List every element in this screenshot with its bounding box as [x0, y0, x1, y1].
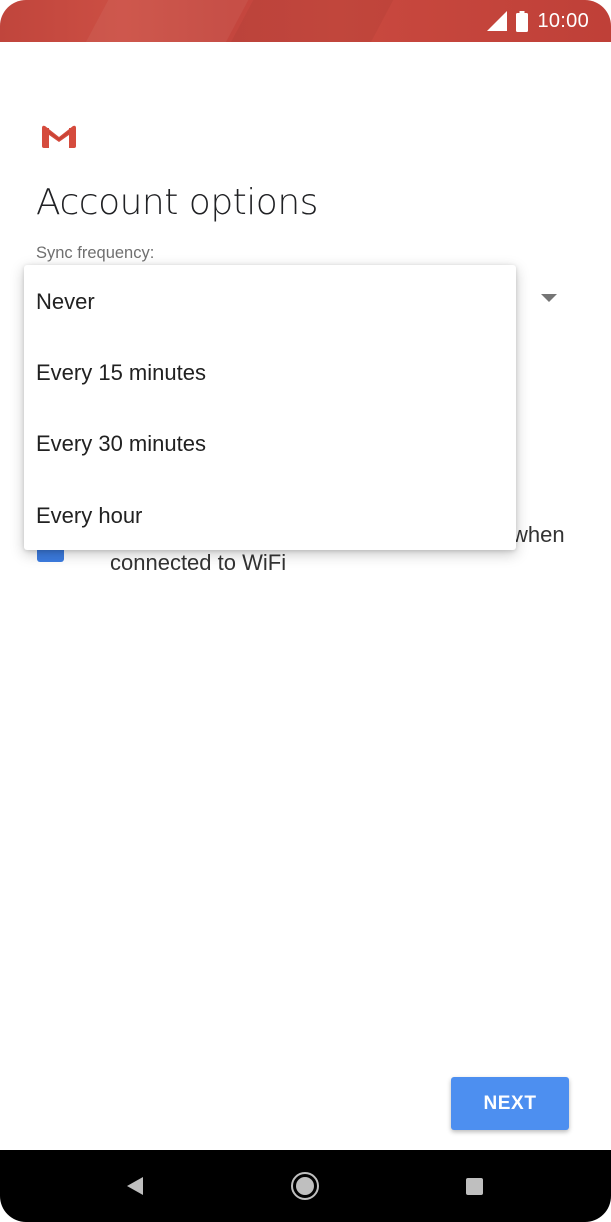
sync-frequency-label: Sync frequency:: [36, 244, 155, 262]
battery-icon: [516, 10, 529, 32]
dropdown-option-every-15-minutes[interactable]: Every 15 minutes: [36, 360, 206, 386]
home-icon-dot: [296, 1177, 314, 1195]
next-button[interactable]: NEXT: [451, 1077, 569, 1130]
gmail-logo: [41, 125, 77, 148]
wifi-option-text: connected to WiFi: [110, 550, 287, 575]
sync-frequency-dropdown-menu: Never Every 15 minutes Every 30 minutes …: [24, 265, 516, 550]
dropdown-option-every-30-minutes[interactable]: Every 30 minutes: [36, 431, 206, 457]
back-icon[interactable]: [127, 1177, 143, 1195]
status-time: 10:00: [537, 9, 589, 32]
home-icon[interactable]: [291, 1172, 319, 1200]
recents-icon[interactable]: [466, 1178, 483, 1195]
page-title: Account options: [36, 182, 318, 223]
wifi-option-text-partial: when: [512, 522, 565, 547]
status-icons: 10:00: [487, 8, 589, 34]
dropdown-option-every-hour[interactable]: Every hour: [36, 503, 142, 529]
navigation-bar: [0, 1150, 611, 1222]
status-bar-facet: [71, 0, 259, 42]
dropdown-arrow-icon[interactable]: [541, 294, 557, 302]
status-bar: 10:00: [0, 0, 611, 42]
dropdown-option-never[interactable]: Never: [36, 289, 95, 315]
signal-icon: [487, 11, 508, 31]
